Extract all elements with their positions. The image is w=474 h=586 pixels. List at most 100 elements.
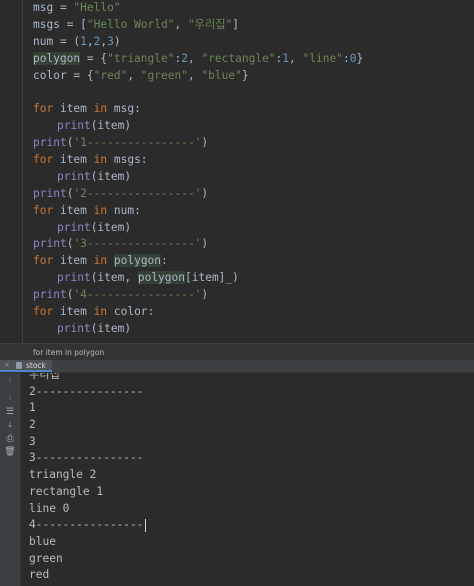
code-line[interactable]: msgs = ["Hello World", "우리집"]: [33, 17, 474, 34]
code-token: color:: [107, 305, 155, 319]
code-token: in: [93, 254, 108, 268]
console-line: 4----------------: [29, 517, 146, 534]
code-token: '2----------------': [73, 186, 202, 200]
text-caret: [144, 518, 146, 532]
python-file-icon: [16, 362, 22, 369]
scroll-to-end-icon[interactable]: ⇣: [4, 419, 16, 431]
code-token: ]: [232, 17, 240, 31]
code-line[interactable]: print('2----------------'): [33, 186, 474, 203]
code-token: for: [33, 305, 54, 319]
code-token: (item,: [90, 271, 138, 285]
code-editor[interactable]: msg = "Hello" msgs = ["Hello World", "우리집…: [0, 0, 474, 343]
trash-icon[interactable]: 🗑: [4, 446, 16, 458]
console-line-text: rectangle 1: [29, 484, 104, 498]
code-token: polygon: [33, 51, 81, 65]
code-token: ,: [187, 68, 202, 82]
code-token: "Hello World": [86, 17, 175, 31]
code-line[interactable]: color = {"red", "green", "blue"}: [33, 68, 474, 85]
run-tab-label[interactable]: stock: [26, 361, 46, 370]
code-line[interactable]: msg = "Hello": [33, 0, 474, 17]
code-token: item: [53, 203, 94, 217]
code-token: "green": [140, 68, 188, 82]
console-line: 3----------------: [29, 450, 146, 467]
rerun-up-icon[interactable]: ↑: [4, 375, 16, 387]
code-token: num = (: [33, 34, 81, 48]
run-tab-stock[interactable]: × stock: [0, 360, 52, 372]
code-token: 1: [80, 34, 87, 48]
code-token: msgs = [: [33, 17, 87, 31]
code-token: 3: [107, 34, 114, 48]
code-token: msgs:: [107, 153, 148, 167]
editor-gutter[interactable]: [0, 0, 23, 343]
code-area[interactable]: msg = "Hello" msgs = ["Hello World", "우리집…: [33, 0, 474, 338]
code-token: ): [201, 136, 209, 150]
console-line: red: [29, 567, 146, 584]
console-line-text: blue: [29, 534, 56, 548]
breadcrumb-label[interactable]: for item in polygon: [33, 348, 104, 357]
code-token: num:: [107, 203, 141, 217]
code-token: :: [161, 254, 168, 268]
console-line-text: 2----------------: [29, 384, 144, 398]
code-line[interactable]: for item in num:: [33, 203, 474, 220]
code-token: "triangle": [107, 51, 175, 65]
breadcrumb[interactable]: for item in polygon: [0, 343, 474, 360]
code-token: :: [342, 51, 350, 65]
code-token: print: [33, 136, 67, 150]
code-line[interactable]: print(item, polygon[item]_): [33, 270, 474, 287]
code-token: in: [93, 305, 108, 319]
code-line[interactable]: for item in polygon:: [33, 253, 474, 270]
code-token: }: [356, 51, 364, 65]
code-line[interactable]: print(item): [33, 169, 474, 186]
close-icon[interactable]: ×: [4, 361, 10, 369]
console-output[interactable]: 우리집 2---------------- 1 2 3 3----------------…: [21, 373, 474, 586]
code-token: "blue": [201, 68, 242, 82]
code-token: '1----------------': [73, 136, 202, 150]
code-token: color = {: [33, 68, 94, 82]
rerun-down-icon[interactable]: ↓: [4, 392, 16, 404]
code-line[interactable]: num = (1,2,3): [33, 34, 474, 51]
code-token: (item): [90, 220, 132, 234]
code-token: ): [113, 34, 121, 48]
code-token: (item): [90, 169, 132, 183]
code-token: ,: [127, 68, 141, 82]
code-token: for: [33, 102, 54, 116]
code-token: polygon: [137, 271, 185, 285]
console-line-text: red: [29, 568, 50, 582]
code-token: print: [57, 119, 91, 133]
code-line[interactable]: for item in msg:: [33, 101, 474, 118]
run-tab-bar: × stock: [0, 360, 474, 373]
code-line[interactable]: print(item): [33, 118, 474, 135]
code-token: print: [33, 237, 67, 251]
console-line: 2----------------: [29, 384, 146, 401]
code-line[interactable]: print('3----------------'): [33, 236, 474, 253]
code-token: ,: [289, 51, 303, 65]
code-line[interactable]: print('4----------------'): [33, 287, 474, 304]
console-line: 1: [29, 400, 146, 417]
run-toolbar: ↑ ↓ ☰ ⇣ ⎙ 🗑: [0, 373, 21, 586]
code-token: msg:: [107, 102, 141, 116]
console-line-text: line 0: [29, 501, 70, 515]
console-line: 2: [29, 417, 146, 434]
console-line-text: 3----------------: [29, 451, 144, 465]
code-line[interactable]: polygon = {"triangle":2, "rectangle":1, …: [33, 51, 474, 68]
code-token: 2: [181, 51, 188, 65]
soft-wrap-icon[interactable]: ☰: [4, 406, 16, 418]
code-token: '4----------------': [73, 288, 202, 302]
code-token: ,: [86, 34, 94, 48]
console-line-text: 우리집: [29, 373, 60, 381]
code-line[interactable]: print(item): [33, 321, 474, 338]
console-text: 우리집 2---------------- 1 2 3 3----------------…: [29, 373, 146, 584]
console-line-text: green: [29, 551, 63, 565]
code-line[interactable]: for item in color:: [33, 304, 474, 321]
code-line[interactable]: [33, 84, 474, 101]
code-line[interactable]: for item in msgs:: [33, 152, 474, 169]
code-token: print: [33, 186, 67, 200]
console-line: rectangle 1: [29, 484, 146, 501]
code-token: "rectangle": [201, 51, 276, 65]
print-icon[interactable]: ⎙: [4, 433, 16, 445]
console-line: line 0: [29, 501, 146, 518]
code-line[interactable]: print(item): [33, 220, 474, 237]
code-line[interactable]: print('1----------------'): [33, 135, 474, 152]
code-token: item: [53, 102, 94, 116]
